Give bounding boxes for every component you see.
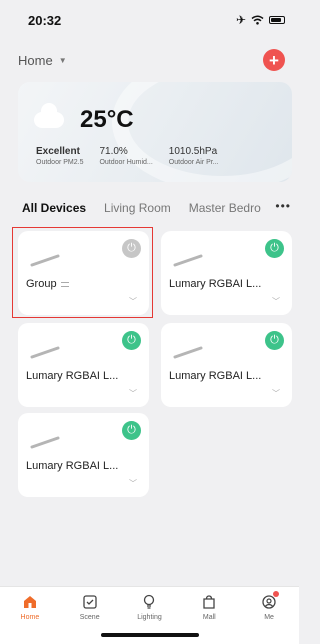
- tab-living-room[interactable]: Living Room: [104, 201, 171, 215]
- tab-label: Me: [264, 614, 274, 621]
- power-icon: ⏻: [127, 242, 136, 254]
- device-name-text: Group: [26, 278, 57, 290]
- power-icon: ⏻: [270, 242, 279, 254]
- status-time: 20:32: [28, 12, 62, 28]
- wifi-icon: [251, 15, 264, 25]
- battery-icon: [269, 16, 285, 24]
- device-name: Lumary RGBAI L...: [169, 370, 262, 382]
- add-device-button[interactable]: +: [263, 49, 285, 71]
- weather-card[interactable]: 25°C Excellent Outdoor PM2.5 71.0% Outdo…: [18, 82, 292, 182]
- status-icons: ✈: [236, 13, 285, 27]
- device-name: Lumary RGBAI L...: [26, 370, 119, 382]
- device-name: Lumary RGBAI L...: [26, 460, 119, 472]
- power-button[interactable]: ⏻: [122, 331, 141, 350]
- light-strip-icon: [173, 254, 203, 267]
- power-button[interactable]: ⏻: [122, 421, 141, 440]
- metric-label: Outdoor Air Pr...: [168, 159, 219, 166]
- cloud-icon: [34, 103, 64, 128]
- more-rooms-icon[interactable]: •••: [271, 199, 291, 213]
- chevron-down-icon[interactable]: ﹀: [272, 296, 280, 307]
- metric-humidity: 71.0% Outdoor Humid...: [99, 146, 152, 166]
- home-selector[interactable]: Home ▼: [18, 53, 67, 68]
- metric-pressure: 1010.5hPa Outdoor Air Pr...: [169, 146, 219, 166]
- tab-master-bedroom[interactable]: Master Bedro: [189, 201, 261, 215]
- power-button[interactable]: ⏻: [265, 239, 284, 258]
- tab-label: Home: [20, 614, 40, 621]
- metric-value: 71.0%: [99, 146, 128, 157]
- bulb-icon: [140, 593, 158, 611]
- home-label: Home: [18, 52, 53, 68]
- bag-icon: [200, 593, 218, 611]
- power-button[interactable]: ⏻: [265, 331, 284, 350]
- tab-label: Scene: [79, 614, 100, 621]
- chevron-down-icon[interactable]: ﹀: [272, 388, 280, 399]
- tab-label: Mall: [202, 614, 216, 621]
- home-indicator: [101, 633, 199, 637]
- weather-metrics: Excellent Outdoor PM2.5 71.0% Outdoor Hu…: [36, 146, 219, 166]
- home-icon: [21, 593, 39, 611]
- device-card[interactable]: ⏻ Lumary RGBAI L... ﹀: [18, 413, 149, 497]
- light-strip-icon: [30, 436, 60, 449]
- chevron-down-icon[interactable]: ﹀: [129, 296, 137, 307]
- plus-icon: +: [269, 50, 279, 70]
- chevron-down-icon[interactable]: ﹀: [129, 388, 137, 399]
- metric-label: Outdoor Humid...: [99, 159, 153, 166]
- light-strip-icon: [173, 346, 203, 359]
- profile-icon: [260, 591, 280, 611]
- chevron-down-icon[interactable]: ﹀: [129, 478, 137, 489]
- group-icon: [60, 281, 69, 287]
- metric-label: Outdoor PM2.5: [36, 159, 84, 166]
- status-bar: 20:32 ✈: [0, 0, 299, 40]
- weather-background-decoration: [112, 82, 292, 182]
- device-name: Lumary RGBAI L...: [169, 278, 262, 290]
- caret-down-icon: ▼: [58, 55, 67, 65]
- notification-dot: [273, 591, 280, 597]
- device-card[interactable]: ⏻ Lumary RGBAI L... ﹀: [161, 231, 292, 315]
- tab-me[interactable]: Me: [244, 591, 294, 644]
- tab-label: Lighting: [137, 614, 162, 621]
- metric-value: Excellent: [36, 146, 80, 157]
- temperature: 25°C: [80, 106, 134, 133]
- metric-pm25: Excellent Outdoor PM2.5: [36, 146, 83, 166]
- scene-icon: [81, 593, 99, 611]
- power-icon: ⏻: [127, 424, 136, 436]
- metric-value: 1010.5hPa: [168, 146, 218, 157]
- power-button[interactable]: ⏻: [122, 239, 141, 258]
- power-icon: ⏻: [270, 334, 279, 346]
- device-card[interactable]: ⏻ Lumary RGBAI L... ﹀: [161, 323, 292, 407]
- light-strip-icon: [30, 254, 60, 267]
- tab-home[interactable]: Home: [5, 593, 55, 644]
- power-icon: ⏻: [127, 334, 136, 346]
- room-tabs: All Devices Living Room Master Bedro •••: [0, 196, 299, 220]
- device-card[interactable]: ⏻ Lumary RGBAI L... ﹀: [18, 323, 149, 407]
- tab-all-devices[interactable]: All Devices: [22, 201, 86, 215]
- airplane-icon: ✈: [235, 13, 246, 27]
- light-strip-icon: [30, 346, 60, 359]
- device-card-group[interactable]: ⏻ Group ﹀: [18, 231, 149, 315]
- home-header: Home ▼ +: [0, 44, 299, 76]
- device-name: Group: [26, 278, 69, 290]
